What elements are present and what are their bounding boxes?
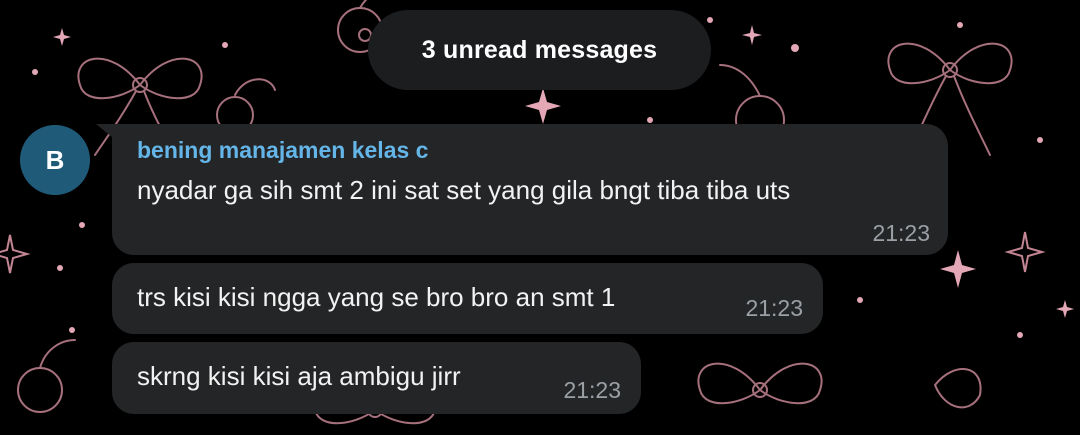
message-bubble[interactable]: trs kisi kisi ngga yang se bro bro an sm… [112,263,823,334]
dot-icon [32,69,38,75]
avatar[interactable]: B [20,125,90,195]
message-text: nyadar ga sih smt 2 ini sat set yang gil… [137,175,791,205]
sender-name[interactable]: bening manajamen kelas c [137,137,428,164]
cherry-icon [17,339,76,413]
dot-icon [1017,332,1023,338]
sparkle-icon [1056,300,1074,318]
message-text: skrng kisi kisi aja ambigu jirr [137,361,461,391]
dot-icon [791,44,799,52]
dot-icon [57,265,63,271]
sparkle-icon [53,28,71,46]
message-text: trs kisi kisi ngga yang se bro bro an sm… [137,282,616,312]
dot-icon [222,42,228,48]
sparkle-icon [742,25,762,45]
message-timestamp: 21:23 [563,377,621,403]
message-timestamp: 21:23 [745,295,803,321]
sparkle-icon [0,234,31,274]
unread-messages-banner: 3 unread messages [368,10,711,90]
unread-messages-label: 3 unread messages [421,35,658,64]
cherry-icon [934,368,982,409]
sparkle-icon [1004,231,1046,273]
dot-icon [79,222,85,228]
dot-icon [69,327,75,333]
dot-icon [707,17,713,23]
sparkle-icon [940,250,976,288]
sparkle-icon [525,88,561,124]
dot-icon [857,297,863,303]
message-bubble[interactable]: skrng kisi kisi aja ambigu jirr 21:23 [112,342,641,414]
dot-icon [647,117,653,123]
message-bubble[interactable]: bening manajamen kelas c nyadar ga sih s… [112,124,948,255]
bow-icon [697,362,823,405]
avatar-letter: B [45,144,65,175]
dot-icon [1037,137,1043,143]
dot-icon [957,22,963,28]
message-timestamp: 21:23 [872,220,930,246]
